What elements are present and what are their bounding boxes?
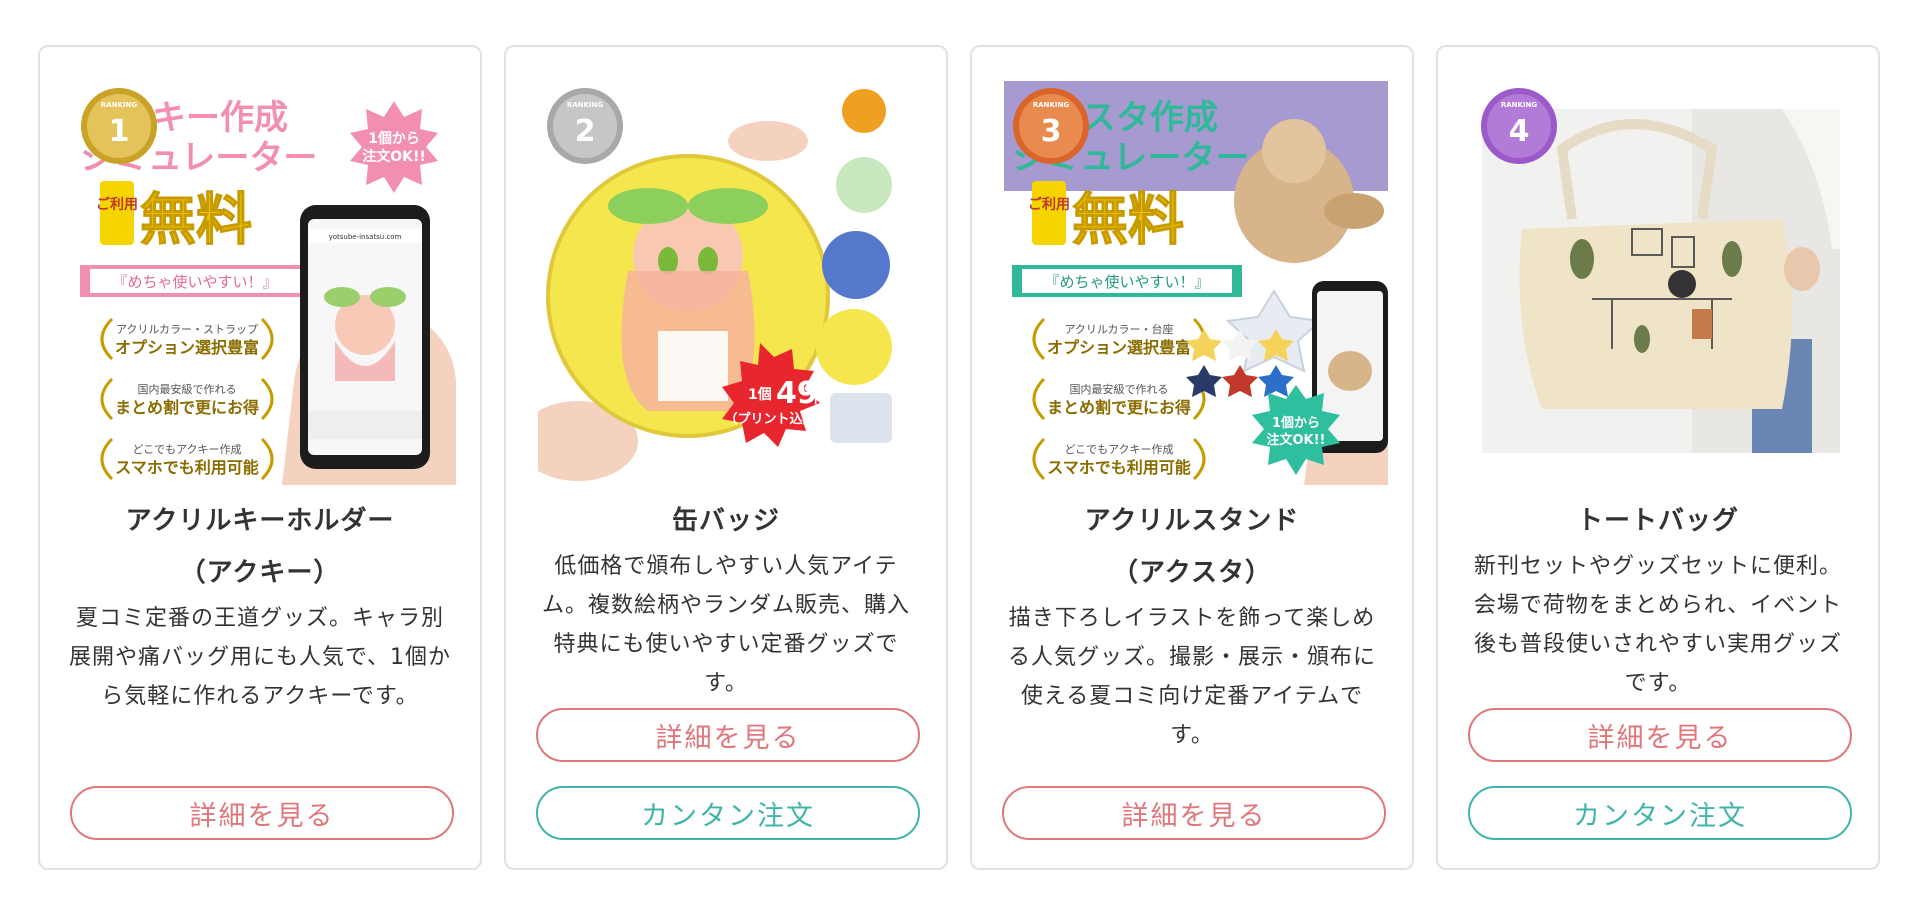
price-note-text: （プリント込） [724,411,815,427]
rank-number: 2 [575,114,596,149]
laurel2-text: まとめ割で更にお得 [1047,398,1191,417]
rank-word: RANKING [567,101,604,109]
ranking-badge-3: RANKING 3 [1010,85,1092,167]
ranking-medal-icon: RANKING 1 [81,88,157,164]
site-url-text: yotsube-insatsu.com [329,233,402,241]
rank-word: RANKING [1501,101,1538,109]
ribbon-text: 『めちゃ使いやすい！』 [1044,273,1209,291]
laurel3-text: スマホでも利用可能 [115,458,259,477]
rank-number: 3 [1041,114,1062,149]
rank-word: RANKING [1033,101,1070,109]
free-small-text: ご利用 [1028,196,1070,213]
headline-text: スタ作成 [1082,98,1218,138]
ranking-medal-icon: RANKING 3 [1013,88,1089,164]
detail-button[interactable]: 詳細を見る [536,708,920,762]
product-description: 低価格で頒布しやすい人気アイテム。複数絵柄やランダム販売、購入特典にも使いやすい… [541,554,910,696]
svg-text:1個から: 1個から [1272,415,1320,431]
product-card-acrylic-stand: スタ作成 シミュレーター ご利用 無料 『めちゃ使いやすい！』 アクリルカラー・… [970,45,1414,870]
quick-order-button[interactable]: カンタン注文 [536,786,920,840]
price-unit-text: 円 [814,392,827,407]
quick-order-button[interactable]: カンタン注文 [1468,786,1852,840]
ranking-medal-icon: RANKING 4 [1481,88,1557,164]
price-text: 49 [776,376,818,411]
product-title: アクリルキーホルダー [125,506,395,536]
product-text-acrylic-stand: アクリルスタンド （アクスタ） 描き下ろしイラストを飾って楽しめる人気グッズ。撮… [1000,495,1384,755]
rank-word: RANKING [101,101,138,109]
svg-text:注文OK!!: 注文OK!! [362,148,426,165]
svg-text:1個から: 1個から [368,130,420,147]
product-ranking-row: キー作成 シミュレーター ご利用 無料 『めちゃ使いやすい！』 アクリルカラー・… [38,45,1880,870]
price-prefix-text: 1個 [748,386,772,403]
laurel3-text: スマホでも利用可能 [1047,458,1191,477]
laurel2-small-text: 国内最安級で作れる [138,382,237,396]
laurel1-small-text: アクリルカラー・ストラップ [116,323,258,336]
headline-text: キー作成 [152,98,288,138]
rank-number: 4 [1509,114,1530,149]
laurel3-small-text: どこでもアクキー作成 [132,443,241,456]
product-title: トートバッグ [1576,506,1739,536]
product-title: 缶バッジ [671,506,780,536]
product-text-tote-bag: トートバッグ 新刊セットやグッズセットに便利。会場で荷物をまとめられ、イベント後… [1466,495,1850,703]
detail-button[interactable]: 詳細を見る [1468,708,1852,762]
svg-text:注文OK!!: 注文OK!! [1267,432,1326,448]
product-card-acrylic-keychain: キー作成 シミュレーター ご利用 無料 『めちゃ使いやすい！』 アクリルカラー・… [38,45,482,870]
ribbon-text: 『めちゃ使いやすい！』 [112,273,277,291]
free-small-text: ご利用 [96,196,138,213]
free-text: 無料 [140,188,252,253]
laurel1-text: オプション選択豊富 [1047,338,1191,357]
product-text-can-badge: 缶バッジ 低価格で頒布しやすい人気アイテム。複数絵柄やランダム販売、購入特典にも… [534,495,918,703]
product-description: 描き下ろしイラストを飾って楽しめる人気グッズ。撮影・展示・頒布に使える夏コミ向け… [1007,606,1376,748]
laurel1-text: オプション選択豊富 [115,338,259,357]
laurel2-text: まとめ割で更にお得 [115,398,259,417]
product-title-sub: （アクスタ） [1112,558,1272,588]
ranking-badge-4: RANKING 4 [1478,85,1560,167]
product-card-can-badge: 1個 49 円 （プリント込） RANKING 2 缶バッジ 低価格で頒布しやす… [504,45,948,870]
laurel3-small-text: どこでもアクキー作成 [1064,443,1173,456]
ranking-badge-2: RANKING 2 [544,85,626,167]
free-text: 無料 [1072,188,1184,253]
product-description: 夏コミ定番の王道グッズ。キャラ別展開や痛バッグ用にも人気で、1個から気軽に作れる… [68,606,452,709]
ranking-badge-1: RANKING 1 [78,85,160,167]
detail-button[interactable]: 詳細を見る [1002,786,1386,840]
ranking-medal-icon: RANKING 2 [547,88,623,164]
product-title-sub: （アクキー） [179,558,341,588]
product-title: アクリルスタンド [1084,506,1300,536]
product-card-tote-bag: RANKING 4 トートバッグ 新刊セットやグッズセットに便利。会場で荷物をま… [1436,45,1880,870]
product-description: 新刊セットやグッズセットに便利。会場で荷物をまとめられ、イベント後も普段使いされ… [1473,554,1843,696]
laurel1-small-text: アクリルカラー・台座 [1064,322,1173,336]
laurel2-small-text: 国内最安級で作れる [1070,382,1169,396]
rank-number: 1 [109,114,130,149]
product-text-acrylic-keychain: アクリルキーホルダー （アクキー） 夏コミ定番の王道グッズ。キャラ別展開や痛バッ… [68,495,452,716]
detail-button[interactable]: 詳細を見る [70,786,454,840]
